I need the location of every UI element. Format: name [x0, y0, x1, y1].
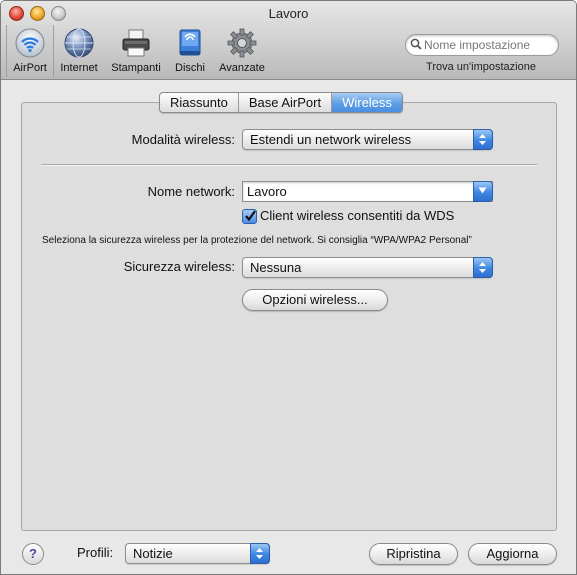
gear-icon [227, 28, 257, 58]
update-button[interactable]: Aggiorna [468, 543, 557, 565]
wireless-mode-value: Estendi un network wireless [250, 132, 412, 147]
chevron-down-icon [478, 187, 487, 194]
tab-base-airport[interactable]: Base AirPort [239, 93, 333, 112]
search-caption: Trova un'impostazione [426, 61, 536, 73]
airport-icon [15, 28, 45, 58]
toolbar-item-label: Internet [60, 62, 98, 74]
network-name-label: Nome network: [147, 184, 235, 199]
tab-summary[interactable]: Riassunto [160, 93, 239, 112]
security-popup[interactable]: Nessuna [242, 257, 493, 278]
security-hint-text: Seleziona la sicurezza wireless per la p… [42, 235, 472, 246]
popup-arrows-icon [473, 257, 493, 278]
network-name-dropdown-button[interactable] [473, 181, 493, 202]
window-title: Lavoro [268, 6, 309, 21]
wds-checkbox[interactable] [242, 209, 257, 224]
airport-utility-window: Lavoro AirPort Internet Stampanti Dischi… [0, 0, 577, 575]
security-label: Sicurezza wireless: [123, 259, 235, 274]
tab-bar: Riassunto Base AirPort Wireless [159, 92, 403, 113]
divider [41, 164, 537, 166]
wireless-options-button[interactable]: Opzioni wireless... [242, 289, 388, 311]
popup-arrows-icon [250, 543, 270, 564]
wireless-settings-panel [21, 102, 557, 531]
profiles-popup[interactable]: Notizie [125, 543, 270, 564]
help-button[interactable]: ? [22, 543, 44, 565]
toolbar: Lavoro AirPort Internet Stampanti Dischi… [1, 1, 576, 80]
toolbar-item-advanced[interactable]: Avanzate [215, 25, 269, 77]
checkmark-icon [245, 210, 256, 222]
wds-checkbox-label[interactable]: Client wireless consentiti da WDS [260, 208, 454, 223]
toolbar-item-label: Stampanti [111, 62, 161, 74]
toolbar-item-airport[interactable]: AirPort [6, 25, 54, 77]
wireless-mode-label: Modalità wireless: [131, 132, 235, 147]
toolbar-item-disks[interactable]: Dischi [169, 25, 211, 77]
toolbar-item-printers[interactable]: Stampanti [107, 25, 165, 77]
toolbar-item-label: Avanzate [219, 62, 265, 74]
wireless-mode-popup[interactable]: Estendi un network wireless [242, 129, 493, 150]
tab-wireless[interactable]: Wireless [332, 93, 402, 112]
toolbar-item-label: AirPort [13, 62, 47, 74]
security-value: Nessuna [250, 260, 302, 275]
printer-icon [122, 29, 150, 57]
network-name-combobox[interactable] [242, 181, 493, 202]
search-input[interactable] [424, 37, 550, 52]
toolbar-item-label: Dischi [175, 62, 205, 74]
network-name-input[interactable] [247, 183, 467, 199]
toolbar-item-internet[interactable]: Internet [55, 25, 103, 77]
settings-search-field[interactable] [405, 34, 559, 56]
profiles-value: Notizie [133, 546, 173, 561]
disk-icon [179, 29, 201, 56]
revert-button[interactable]: Ripristina [369, 543, 458, 565]
internet-icon [64, 28, 94, 58]
popup-arrows-icon [473, 129, 493, 150]
profiles-label: Profili: [77, 545, 114, 560]
search-icon [410, 38, 422, 50]
